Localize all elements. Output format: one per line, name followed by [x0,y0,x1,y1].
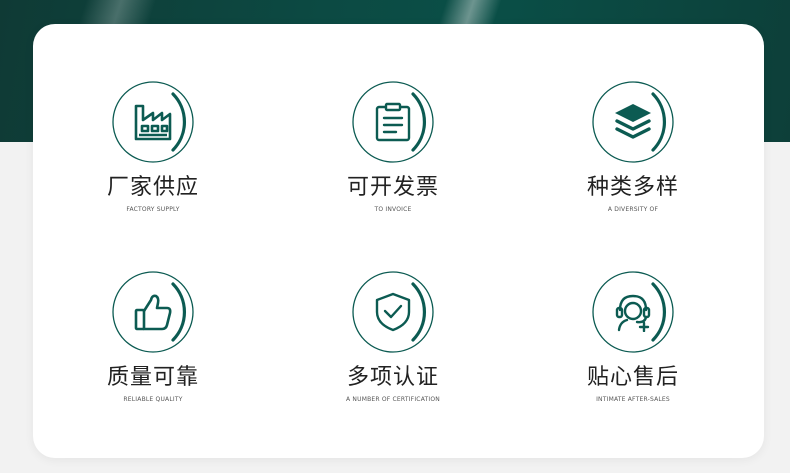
feature-title: 种类多样 [586,175,679,200]
factory-icon [134,104,172,141]
icon-ring [591,80,675,164]
feature-diversity: 种类多样 A DIVERSITY OF [533,80,733,214]
feature-certification: 多项认证 A NUMBER OF CERTIFICATION [293,270,493,404]
icon-ring [351,270,435,354]
icon-ring [351,80,435,164]
layers-icon [615,104,651,139]
feature-title: 多项认证 [346,365,439,390]
feature-subtitle: TO INVOICE [374,206,412,213]
features-card: 厂家供应 FACTORY SUPPLY 可开发票 TO INVOICE 种类多样… [33,24,764,458]
feature-invoice: 可开发票 TO INVOICE [293,80,493,214]
clipboard-icon [375,102,411,142]
feature-subtitle: A NUMBER OF CERTIFICATION [346,396,440,403]
icon-ring [111,80,195,164]
shield-check-icon [375,292,411,332]
feature-reliable-quality: 质量可靠 RELIABLE QUALITY [53,270,253,404]
customer-service-icon [615,294,651,332]
icon-ring [591,270,675,354]
feature-subtitle: FACTORY SUPPLY [126,206,180,213]
feature-title: 可开发票 [346,175,439,200]
feature-subtitle: A DIVERSITY OF [607,206,659,213]
icon-ring [111,270,195,354]
thumbs-up-icon [134,294,172,331]
feature-title: 贴心售后 [586,365,679,390]
feature-after-sales: 贴心售后 INTIMATE AFTER-SALES [533,270,733,404]
feature-title: 厂家供应 [106,175,199,200]
feature-subtitle: RELIABLE QUALITY [123,396,183,403]
feature-factory-supply: 厂家供应 FACTORY SUPPLY [53,80,253,214]
feature-subtitle: INTIMATE AFTER-SALES [596,396,670,403]
feature-title: 质量可靠 [106,365,199,390]
